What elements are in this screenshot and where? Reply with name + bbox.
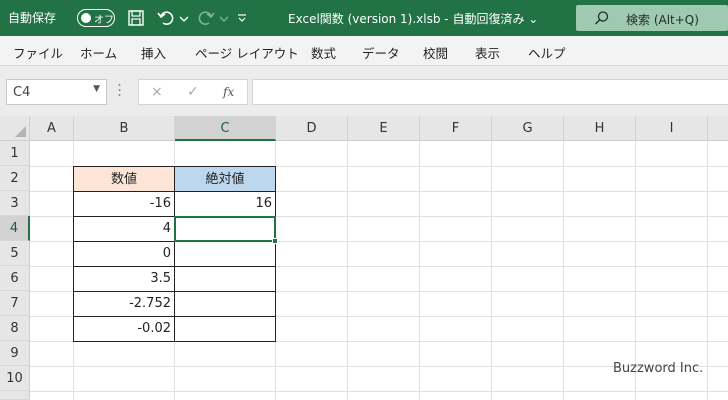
- tab-home[interactable]: ホーム: [80, 43, 117, 62]
- cell-b7[interactable]: -2.752: [73, 291, 175, 317]
- cell-c5[interactable]: [174, 241, 276, 267]
- active-cell-selection[interactable]: [174, 216, 278, 244]
- redo-icon[interactable]: [196, 8, 216, 28]
- watermark: Buzzword Inc.: [613, 361, 704, 376]
- chevron-down-icon[interactable]: ▼: [93, 84, 100, 94]
- toggle-knob: [81, 13, 91, 23]
- cell-c7[interactable]: [174, 291, 276, 317]
- cell-b4[interactable]: 4: [73, 216, 175, 242]
- row-header-2[interactable]: 2: [0, 166, 30, 191]
- column-header-c[interactable]: C: [175, 116, 276, 141]
- cell-b6[interactable]: 3.5: [73, 266, 175, 292]
- column-header-b[interactable]: B: [74, 116, 175, 141]
- select-all-icon: [15, 126, 26, 137]
- row-header-4[interactable]: 4: [0, 216, 30, 241]
- column-header-a[interactable]: A: [30, 116, 74, 141]
- column-header-e[interactable]: E: [348, 116, 420, 141]
- header-cell-b2[interactable]: 数値: [73, 166, 175, 192]
- autosave-label: 自動保存: [8, 11, 57, 25]
- tab-insert[interactable]: 挿入: [141, 43, 166, 62]
- select-all-button[interactable]: [0, 116, 30, 141]
- gridline: [563, 141, 564, 400]
- column-header-i[interactable]: I: [636, 116, 708, 141]
- insert-function-icon[interactable]: fx: [223, 85, 234, 99]
- ribbon-tabs: ファイル ホーム 挿入 ページ レイアウト 数式 データ 校閲 表示 ヘルプ: [0, 36, 728, 66]
- cell-b8[interactable]: -0.02: [73, 316, 175, 342]
- gridline: [707, 141, 708, 400]
- name-box-value: C4: [13, 85, 31, 100]
- formula-bar-area: C4 ▼ × ✓ fx: [0, 66, 728, 116]
- fill-handle[interactable]: [272, 238, 278, 244]
- row-header-7[interactable]: 7: [0, 291, 30, 316]
- drag-handle-icon[interactable]: [118, 83, 121, 97]
- redo-dropdown-icon[interactable]: [218, 8, 230, 28]
- tab-data[interactable]: データ: [362, 43, 400, 62]
- search-box[interactable]: 検索 (Alt+Q): [576, 5, 728, 31]
- tab-help[interactable]: ヘルプ: [528, 43, 566, 62]
- header-cell-c2[interactable]: 絶対値: [174, 166, 276, 192]
- formula-input[interactable]: [252, 79, 728, 105]
- cell-b5[interactable]: 0: [73, 241, 175, 267]
- row-header-8[interactable]: 8: [0, 316, 30, 341]
- tab-view[interactable]: 表示: [475, 43, 500, 62]
- row-header-1[interactable]: 1: [0, 141, 30, 166]
- cell-c6[interactable]: [174, 266, 276, 292]
- tab-formulas[interactable]: 数式: [311, 43, 336, 62]
- gridline: [491, 141, 492, 400]
- gridline: [347, 141, 348, 400]
- tab-page-layout[interactable]: ページ レイアウト: [195, 43, 299, 62]
- title-bar: 自動保存 オフ Excel関数 (version 1).xlsb - 自動回復済…: [0, 0, 728, 36]
- cell-b3[interactable]: -16: [73, 191, 175, 217]
- cancel-icon[interactable]: ×: [151, 84, 163, 100]
- search-placeholder: 検索 (Alt+Q): [626, 13, 699, 27]
- cell-c3[interactable]: 16: [174, 191, 276, 217]
- column-header-next[interactable]: [708, 116, 728, 141]
- row-header-10[interactable]: 10: [0, 366, 30, 391]
- undo-icon[interactable]: [156, 8, 176, 28]
- column-header-d[interactable]: D: [276, 116, 348, 141]
- customize-toolbar-icon[interactable]: [236, 8, 248, 28]
- formula-buttons: × ✓ fx: [138, 79, 248, 105]
- row-header-9[interactable]: 9: [0, 341, 30, 366]
- row-header-6[interactable]: 6: [0, 266, 30, 291]
- column-header-f[interactable]: F: [420, 116, 492, 141]
- name-box[interactable]: C4 ▼: [6, 79, 107, 105]
- document-title[interactable]: Excel関数 (version 1).xlsb - 自動回復済み ⌄: [288, 10, 538, 27]
- spreadsheet-grid: A B C D E F G H I 1 2 3 4 5 6 7 8 9 10 数…: [0, 116, 728, 400]
- autosave-toggle[interactable]: オフ: [77, 9, 115, 27]
- tab-file[interactable]: ファイル: [13, 43, 63, 62]
- row-header-11[interactable]: [0, 391, 30, 400]
- save-icon[interactable]: [126, 8, 146, 28]
- gridline: [30, 391, 728, 392]
- gridline: [419, 141, 420, 400]
- undo-dropdown-icon[interactable]: [178, 8, 190, 28]
- cell-c8[interactable]: [174, 316, 276, 342]
- row-header-5[interactable]: 5: [0, 241, 30, 266]
- tab-review[interactable]: 校閲: [423, 43, 448, 62]
- column-header-h[interactable]: H: [564, 116, 636, 141]
- row-header-3[interactable]: 3: [0, 191, 30, 216]
- autosave-state: オフ: [94, 15, 114, 26]
- column-header-g[interactable]: G: [492, 116, 564, 141]
- search-icon: [595, 11, 609, 25]
- enter-icon[interactable]: ✓: [187, 84, 199, 100]
